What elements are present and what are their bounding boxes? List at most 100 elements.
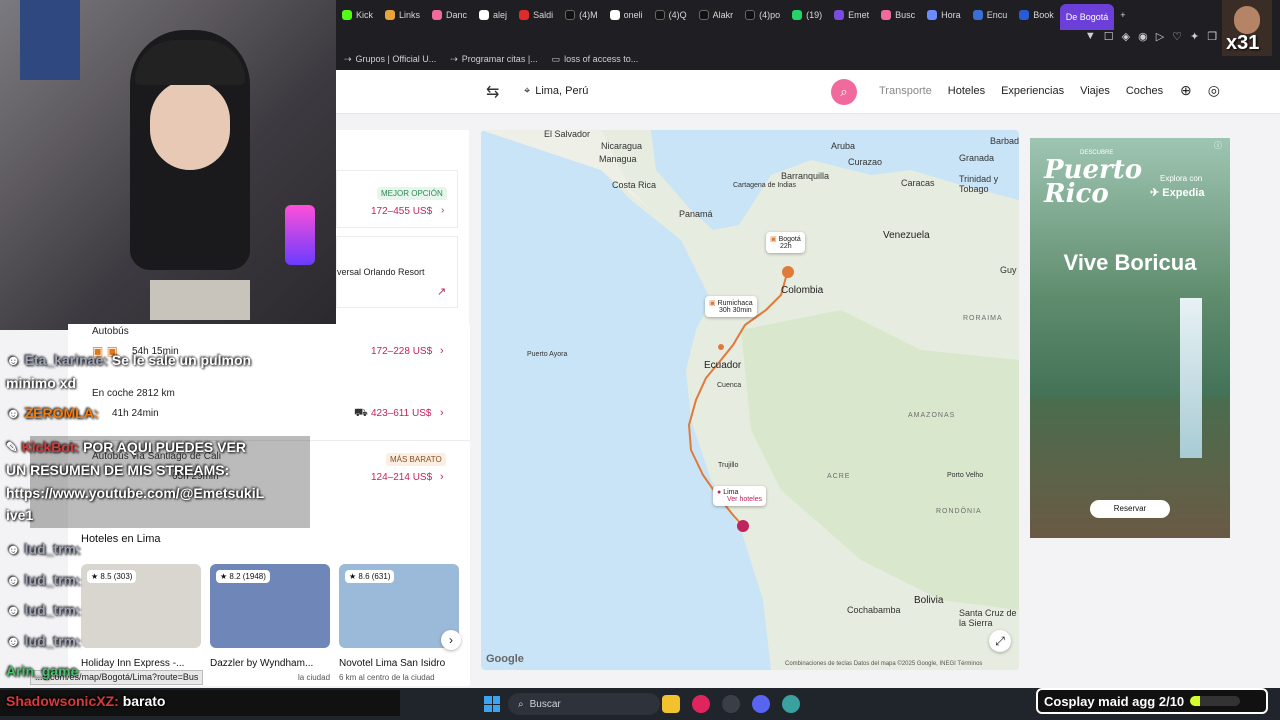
browser-tab[interactable]: Hora	[921, 0, 967, 30]
chat-message: ☻ Eta_karinae: Se le sale un pulmon	[6, 352, 252, 368]
search-icon: ⌕	[840, 84, 848, 99]
ad-reservar-button[interactable]: Reservar	[1090, 500, 1170, 518]
account-icon[interactable]: ◎	[1208, 82, 1220, 99]
map-pin-rumichaca[interactable]: ▣ Rumichaca 30h 30min	[705, 296, 757, 317]
location-field[interactable]: ⌖ Lima, Perú	[524, 85, 588, 98]
map-pin-bogota[interactable]: ▣ Bogotá 22h	[766, 232, 805, 253]
cheapest-badge: MÁS BARATO	[386, 453, 446, 466]
puerto-rico-ad[interactable]: DESCUBRE Puerto Rico Explora con ✈ Exped…	[1030, 138, 1230, 538]
result-card-ad[interactable]: versal Orlando Resort ↗	[336, 236, 458, 308]
result-card-best[interactable]: MEJOR OPCIÓN 172–455 US$ ›	[336, 170, 458, 228]
hotel-rating: ★ 8.2 (1948)	[216, 570, 270, 583]
browser-tab[interactable]: Links	[379, 0, 426, 30]
browser-tab[interactable]: Encu	[967, 0, 1014, 30]
bookmark[interactable]: ⇢ Grupos | Official U...	[344, 54, 436, 65]
route-map[interactable]: El Salvador Nicaragua Managua Costa Rica…	[481, 130, 1019, 670]
taskbar-search[interactable]: ⌕ Buscar	[508, 693, 660, 715]
map-pin-lima[interactable]: ● Lima Ver hoteles	[713, 486, 767, 506]
browser-tab[interactable]: Busc	[875, 0, 921, 30]
nav-viajes[interactable]: Viajes	[1080, 85, 1110, 97]
browser-tab[interactable]: (19)	[786, 0, 828, 30]
globe-icon[interactable]: ⊕	[1180, 82, 1192, 99]
browser-tab[interactable]: oneli	[604, 0, 649, 30]
nav-transporte[interactable]: Transporte	[879, 85, 932, 97]
search-button[interactable]: ⌕	[831, 79, 857, 105]
ad-waterfall	[1180, 298, 1202, 458]
ad-brand-logo: Puerto Rico	[1044, 155, 1143, 209]
browser-tab[interactable]: Danc	[426, 0, 473, 30]
tab-favicon-icon	[1019, 10, 1030, 20]
copy-icon[interactable]: ❐	[1207, 30, 1217, 43]
cosplay-progress-bar	[1190, 696, 1241, 706]
map-label: Cartagena de Indias	[733, 182, 797, 189]
car-icon: ⛟	[354, 407, 368, 419]
app-icon[interactable]	[782, 695, 800, 713]
pin-icon[interactable]: ▼	[1085, 30, 1096, 43]
browser-tab[interactable]: (4)M	[559, 0, 604, 30]
chevron-right-icon: ›	[440, 471, 444, 483]
hotel-name[interactable]: Dazzler by Wyndham...	[210, 658, 313, 669]
car-price[interactable]: 423–611 US$	[371, 408, 431, 419]
browser-tab-bar: Kick Links Danc alej Saldi (4)M oneli (4…	[336, 0, 1280, 30]
browser-tab[interactable]: (4)po	[739, 0, 786, 30]
hotel-name[interactable]: Novotel Lima San Isidro	[339, 658, 445, 669]
bus-icon: ▣	[770, 236, 777, 243]
windows-start-icon[interactable]	[484, 696, 500, 712]
bus-price[interactable]: 172–228 US$	[371, 346, 432, 357]
ad-info-icon[interactable]: ⓘ	[1214, 140, 1222, 151]
site-header: ⇆ ⌖ Lima, Perú ⌕ Transporte Hoteles Expe…	[336, 70, 1280, 114]
browser-tab[interactable]: Kick	[336, 0, 379, 30]
chat-message: ☻ lud_trm:	[6, 572, 81, 588]
chat-message: https://www.youtube.com/@EmetsukiL	[6, 485, 265, 501]
map-label: RONDÔNIA	[936, 508, 982, 515]
new-tab-button[interactable]: +	[1114, 0, 1131, 30]
browser-tab[interactable]: Emet	[828, 0, 875, 30]
file-explorer-icon[interactable]	[662, 695, 680, 713]
opera-icon[interactable]	[692, 695, 710, 713]
chat-message: ☻ lud_trm:	[6, 602, 81, 618]
map-label: Caracas	[901, 178, 935, 188]
shield-icon[interactable]: ◈	[1122, 30, 1130, 43]
hotel-card-image[interactable]: ★ 8.5 (303)	[81, 564, 201, 648]
swap-icon[interactable]: ⇆	[486, 82, 499, 102]
discord-icon[interactable]	[752, 695, 770, 713]
browser-tab[interactable]: (4)Q	[649, 0, 693, 30]
browser-tab[interactable]: Saldi	[513, 0, 559, 30]
play-icon[interactable]: ▷	[1156, 30, 1164, 43]
bookmark[interactable]: ⇢ Programar citas |...	[450, 54, 537, 65]
tab-icon[interactable]: ☐	[1104, 30, 1114, 43]
browser-tab[interactable]: Alakr	[693, 0, 740, 30]
chat-badge-icon: ☻	[6, 541, 25, 557]
fullscreen-button[interactable]: ⤢	[989, 630, 1011, 652]
cali-price: 124–214 US$	[371, 472, 433, 483]
external-link-icon[interactable]: ↗	[437, 285, 446, 298]
browser-toolbar: ▼ ☐ ◈ ◉ ▷ ♡ ✦ ❐ ⤓	[336, 30, 1280, 48]
rgb-lamp	[285, 205, 315, 265]
hotel-name[interactable]: Holiday Inn Express -...	[81, 658, 184, 669]
heart-icon[interactable]: ♡	[1172, 30, 1182, 43]
nav-experiencias[interactable]: Experiencias	[1001, 85, 1064, 97]
nav-hoteles[interactable]: Hoteles	[948, 85, 985, 97]
car-duration: 41h 24min	[112, 408, 159, 419]
chevron-right-icon: ›	[441, 205, 445, 216]
map-label: Granada	[959, 153, 995, 163]
location-pin-icon: ●	[717, 489, 722, 496]
nav-coches[interactable]: Coches	[1126, 85, 1163, 97]
extensions-icon[interactable]: ✦	[1190, 30, 1199, 43]
map-label: Nicaragua	[601, 141, 643, 151]
tab-favicon-icon	[609, 10, 620, 20]
browser-tab-active[interactable]: De Bogotá	[1059, 4, 1115, 30]
browser-tab[interactable]: alej	[473, 0, 513, 30]
location-pin-icon: ⌖	[524, 85, 531, 97]
cosplay-goal-label: Cosplay maid agg 2/10	[1044, 693, 1185, 709]
webcam-corner-label: x31	[1226, 32, 1260, 54]
browser-tab[interactable]: Book	[1013, 0, 1060, 30]
map-label: Cochabamba	[847, 605, 901, 615]
screenshot-icon[interactable]: ◉	[1138, 30, 1148, 43]
steam-icon[interactable]	[722, 695, 740, 713]
tab-favicon-icon	[745, 10, 756, 20]
hotel-card-image[interactable]: ★ 8.2 (1948)	[210, 564, 330, 648]
bookmark[interactable]: ▭ loss of access to...	[552, 54, 639, 65]
hotels-next-button[interactable]: ›	[441, 630, 461, 650]
tab-favicon-icon	[881, 10, 892, 20]
